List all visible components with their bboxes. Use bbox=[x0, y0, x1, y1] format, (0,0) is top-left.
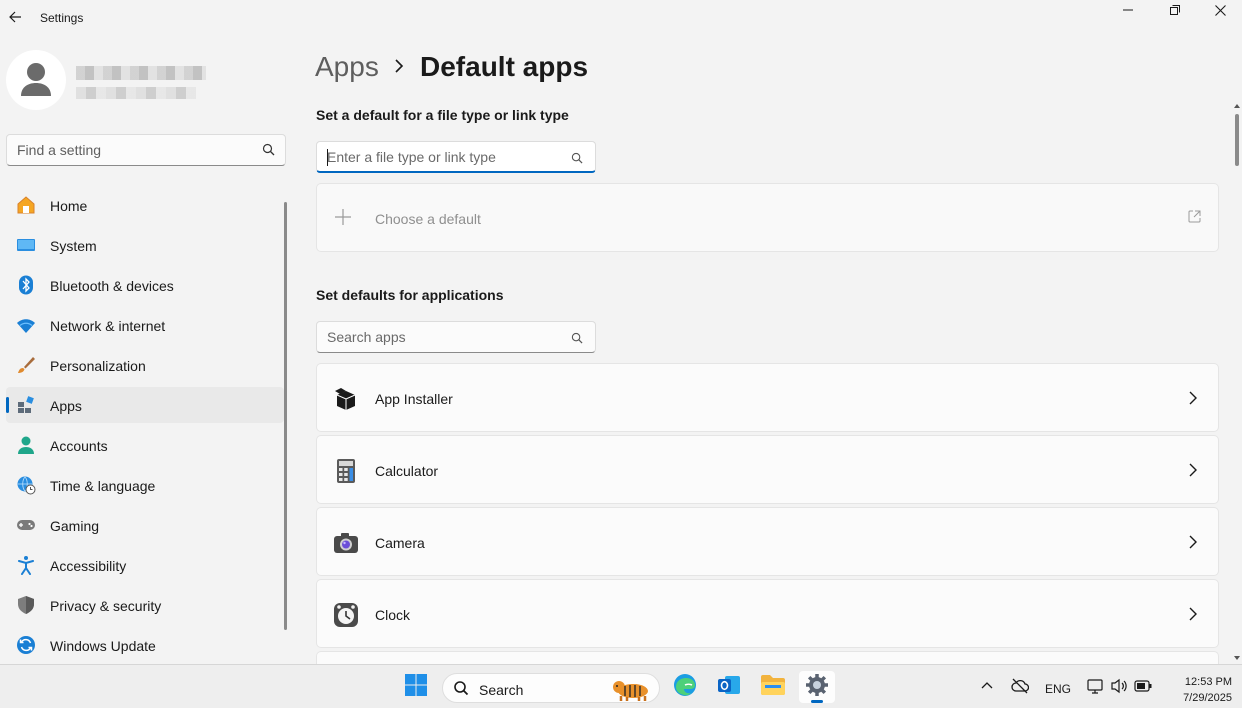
cloud-sync-off-icon[interactable] bbox=[1011, 678, 1030, 697]
brush-icon bbox=[16, 355, 36, 375]
account-name-blurred bbox=[76, 66, 206, 80]
choose-default-card[interactable]: Choose a default bbox=[316, 183, 1219, 252]
taskbar: Search ENG 12:53 PM 7/29/2025 bbox=[0, 664, 1242, 708]
clock-time: 12:53 PM bbox=[1184, 676, 1232, 688]
camera-icon bbox=[333, 530, 359, 556]
scrollbar-thumb[interactable] bbox=[1235, 114, 1239, 166]
plus-icon bbox=[334, 208, 352, 231]
edge-button[interactable] bbox=[667, 671, 703, 703]
sidebar-nav: Home System Bluetooth & devices Network … bbox=[6, 187, 284, 667]
outlook-button[interactable] bbox=[711, 671, 747, 703]
file-explorer-icon bbox=[760, 674, 786, 701]
apps-icon bbox=[16, 395, 36, 415]
accounts-icon bbox=[16, 435, 36, 455]
search-icon bbox=[262, 143, 275, 161]
outlook-icon bbox=[717, 673, 741, 702]
language-indicator[interactable]: ENG bbox=[1045, 682, 1071, 696]
apps-section-title: Set defaults for applications bbox=[316, 287, 504, 303]
sidebar-item-personalization[interactable]: Personalization bbox=[6, 347, 284, 383]
find-setting-input[interactable] bbox=[17, 142, 247, 158]
home-icon bbox=[16, 195, 36, 215]
main-scrollbar[interactable] bbox=[1233, 102, 1241, 662]
avatar[interactable] bbox=[6, 50, 66, 110]
accessibility-icon bbox=[16, 555, 36, 575]
system-icon bbox=[16, 235, 36, 255]
sidebar-scrollbar[interactable] bbox=[284, 202, 287, 630]
settings-button[interactable] bbox=[799, 671, 835, 703]
search-apps-box[interactable] bbox=[316, 321, 596, 353]
sidebar-item-network[interactable]: Network & internet bbox=[6, 307, 284, 343]
back-arrow-icon[interactable] bbox=[6, 8, 24, 26]
sidebar-item-bluetooth[interactable]: Bluetooth & devices bbox=[6, 267, 284, 303]
app-installer-icon bbox=[333, 386, 359, 412]
update-icon bbox=[16, 635, 36, 655]
window-title: Settings bbox=[40, 11, 84, 25]
wifi-icon bbox=[16, 315, 36, 335]
scroll-down-icon[interactable] bbox=[1233, 654, 1241, 662]
chevron-right-icon bbox=[1188, 391, 1198, 410]
search-highlight-tiger-icon bbox=[609, 676, 655, 707]
account-email-blurred bbox=[76, 87, 196, 99]
app-row-clock[interactable]: Clock bbox=[316, 579, 1219, 648]
app-row-partial[interactable] bbox=[316, 651, 1219, 664]
open-external-icon bbox=[1188, 210, 1201, 228]
system-clock[interactable]: 12:53 PM 7/29/2025 bbox=[1162, 674, 1232, 706]
clock-icon bbox=[333, 602, 359, 628]
scroll-up-icon[interactable] bbox=[1233, 102, 1241, 110]
start-button[interactable] bbox=[398, 671, 434, 703]
app-name: Camera bbox=[375, 535, 425, 551]
time-language-icon bbox=[16, 475, 36, 495]
shield-icon bbox=[16, 595, 36, 615]
page-title: Default apps bbox=[420, 51, 589, 82]
chevron-right-icon bbox=[392, 58, 406, 79]
taskbar-search[interactable]: Search bbox=[442, 673, 660, 703]
close-button[interactable] bbox=[1197, 0, 1242, 20]
file-type-input[interactable] bbox=[327, 149, 557, 165]
bluetooth-icon bbox=[16, 275, 36, 295]
taskbar-search-label: Search bbox=[479, 682, 524, 698]
chevron-right-icon bbox=[1188, 463, 1198, 482]
search-icon bbox=[571, 151, 583, 169]
app-name: Clock bbox=[375, 607, 411, 623]
start-icon bbox=[404, 673, 428, 702]
sidebar-item-home[interactable]: Home bbox=[6, 187, 284, 223]
search-icon bbox=[453, 680, 469, 701]
sidebar-item-windows-update[interactable]: Windows Update bbox=[6, 627, 284, 663]
file-explorer-button[interactable] bbox=[755, 671, 791, 703]
sidebar-item-system[interactable]: System bbox=[6, 227, 284, 263]
battery-icon[interactable] bbox=[1134, 680, 1152, 695]
chevron-up-icon[interactable] bbox=[981, 679, 993, 693]
settings-icon bbox=[805, 673, 829, 702]
sidebar-item-accounts[interactable]: Accounts bbox=[6, 427, 284, 463]
app-row-app-installer[interactable]: App Installer bbox=[316, 363, 1219, 432]
choose-default-label: Choose a default bbox=[375, 211, 481, 227]
title-bar: Settings bbox=[0, 0, 1242, 36]
search-apps-input[interactable] bbox=[327, 329, 557, 345]
sidebar-item-gaming[interactable]: Gaming bbox=[6, 507, 284, 543]
sidebar-item-apps[interactable]: Apps bbox=[6, 387, 284, 423]
sidebar-item-privacy[interactable]: Privacy & security bbox=[6, 587, 284, 623]
clock-date: 7/29/2025 bbox=[1183, 692, 1232, 704]
text-caret bbox=[327, 149, 328, 166]
app-name: Calculator bbox=[375, 463, 439, 479]
app-name: App Installer bbox=[375, 391, 453, 407]
network-icon[interactable] bbox=[1087, 678, 1103, 697]
app-row-calculator[interactable]: Calculator bbox=[316, 435, 1219, 504]
breadcrumb-apps-link[interactable]: Apps bbox=[315, 51, 379, 83]
gamepad-icon bbox=[16, 515, 36, 535]
minimize-button[interactable] bbox=[1105, 0, 1151, 20]
maximize-button[interactable] bbox=[1151, 0, 1197, 20]
edge-icon bbox=[673, 673, 697, 702]
file-type-section-title: Set a default for a file type or link ty… bbox=[316, 107, 569, 123]
chevron-right-icon bbox=[1188, 535, 1198, 554]
find-setting-box[interactable] bbox=[6, 134, 286, 166]
search-icon bbox=[571, 331, 583, 349]
volume-icon[interactable] bbox=[1110, 678, 1128, 697]
sidebar-item-time-language[interactable]: Time & language bbox=[6, 467, 284, 503]
calculator-icon bbox=[333, 458, 359, 484]
chevron-right-icon bbox=[1188, 607, 1198, 626]
file-type-search-box[interactable] bbox=[316, 141, 596, 173]
app-row-camera[interactable]: Camera bbox=[316, 507, 1219, 576]
sidebar-item-accessibility[interactable]: Accessibility bbox=[6, 547, 284, 583]
